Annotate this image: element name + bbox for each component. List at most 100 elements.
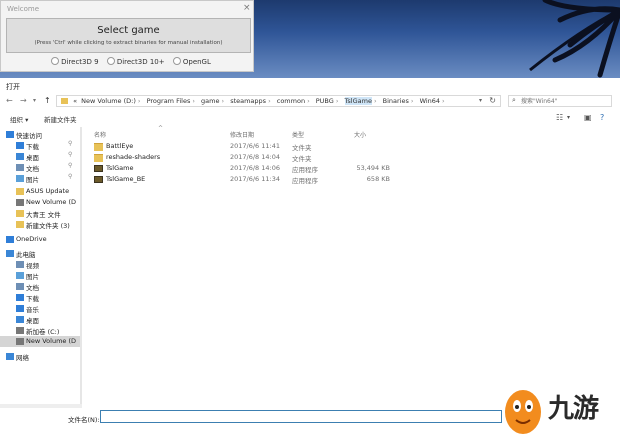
nav-item[interactable]: 此电脑 xyxy=(0,248,80,259)
drive-icon xyxy=(16,327,24,334)
breadcrumb-steamapps[interactable]: steamapps xyxy=(230,97,266,105)
nav-item[interactable]: 大青王 文件 xyxy=(0,208,80,219)
nav-item[interactable]: 图片 ⚲ xyxy=(0,173,80,184)
nav-item-label: 下载 xyxy=(26,143,39,151)
breadcrumb-game[interactable]: game xyxy=(201,97,219,105)
nav-vertical-scrollbar[interactable] xyxy=(80,127,82,404)
new-folder-button[interactable]: 新建文件夹 xyxy=(44,114,77,124)
file-row[interactable]: reshade-shaders 2017/6/8 14:04 文件夹 xyxy=(88,152,418,163)
file-name: TslGame xyxy=(106,164,134,172)
sort-caret-icon: ^ xyxy=(158,125,164,132)
nav-item[interactable]: New Volume (D xyxy=(0,197,80,208)
breadcrumb-program-files[interactable]: Program Files xyxy=(147,97,191,105)
nav-item[interactable]: 视频 xyxy=(0,259,80,270)
breadcrumb-tslgame[interactable]: TslGame xyxy=(344,97,372,105)
nav-item-label: 图片 xyxy=(26,273,39,281)
column-date[interactable]: 修改日期 xyxy=(230,130,254,139)
file-date: 2017/6/6 11:34 xyxy=(230,175,280,183)
file-row[interactable]: TslGame_BE 2017/6/6 11:34 应用程序 658 KB xyxy=(88,174,418,185)
radio-opengl[interactable] xyxy=(172,57,181,65)
pin-icon[interactable]: ⚲ xyxy=(68,140,72,147)
close-icon[interactable]: × xyxy=(243,3,251,13)
nav-item-label: 文档 xyxy=(26,284,39,292)
nav-item-label: 视频 xyxy=(26,262,39,270)
nav-item[interactable]: 下载 ⚲ xyxy=(0,140,80,151)
refresh-icon[interactable]: ↻ xyxy=(489,96,496,105)
file-row[interactable]: TslGame 2017/6/8 14:06 应用程序 53,494 KB xyxy=(88,163,418,174)
picture-icon xyxy=(16,272,24,279)
palm-tree-image xyxy=(529,0,620,78)
nav-item[interactable]: 桌面 ⚲ xyxy=(0,151,80,162)
select-game-label: Select game xyxy=(97,25,160,36)
file-row[interactable]: BattlEye 2017/6/6 11:41 文件夹 xyxy=(88,141,418,152)
pin-icon[interactable]: ⚲ xyxy=(68,151,72,158)
breadcrumb-new-volume[interactable]: New Volume (D:) xyxy=(81,97,136,105)
help-icon[interactable]: ? xyxy=(600,113,604,122)
search-icon: ⌕ xyxy=(512,96,516,104)
breadcrumb-overflow[interactable]: « xyxy=(73,97,77,105)
breadcrumb-pubg[interactable]: PUBG xyxy=(316,97,334,105)
column-name[interactable]: 名称 xyxy=(94,130,106,139)
app-icon xyxy=(94,176,103,183)
document-icon xyxy=(16,164,24,171)
up-arrow-icon[interactable]: ↑ xyxy=(44,96,51,105)
nav-item[interactable]: New Volume (D xyxy=(0,336,80,347)
nav-item[interactable]: 网络 xyxy=(0,351,80,362)
folder-icon xyxy=(16,210,24,217)
nav-item-label: OneDrive xyxy=(16,235,47,243)
nav-item-label: 桌面 xyxy=(26,317,39,325)
desktop-icon xyxy=(16,153,24,160)
file-name: TslGame_BE xyxy=(106,175,146,183)
nav-item[interactable]: 文档 ⚲ xyxy=(0,162,80,173)
nav-item-label: 此电脑 xyxy=(16,251,36,259)
nav-item[interactable]: 图片 xyxy=(0,270,80,281)
file-list: ^ 名称 修改日期 类型 大小 BattlEye 2017/6/6 11:41 文件… xyxy=(88,125,620,407)
nav-item[interactable]: 新建文件夹 (3) xyxy=(0,219,80,230)
pin-icon[interactable]: ⚲ xyxy=(68,173,72,180)
nav-item[interactable]: 文档 xyxy=(0,281,80,292)
file-size: 53,494 KB xyxy=(356,164,390,172)
breadcrumb-win64[interactable]: Win64 xyxy=(420,97,440,105)
view-dropdown-icon[interactable]: ▾ xyxy=(567,114,570,121)
nav-item-label: 桌面 xyxy=(26,154,39,162)
nav-item[interactable]: 音乐 xyxy=(0,303,80,314)
breadcrumb-common[interactable]: common xyxy=(277,97,305,105)
forward-arrow-icon[interactable]: → xyxy=(20,96,27,105)
dialog-title: 打开 xyxy=(6,83,20,91)
search-box[interactable]: ⌕ xyxy=(508,95,612,107)
welcome-title: Welcome xyxy=(7,5,40,13)
pin-icon[interactable]: ⚲ xyxy=(68,162,72,169)
nav-item-label: New Volume (D xyxy=(26,337,77,345)
nav-item[interactable]: 下载 xyxy=(0,292,80,303)
navigation-bar: ← → ▾ ↑ « New Volume (D:) › Program Files… xyxy=(0,92,620,110)
column-type[interactable]: 类型 xyxy=(292,130,304,139)
organize-button[interactable]: 组织 ▾ xyxy=(10,114,28,124)
nav-item[interactable]: 新加卷 (C:) xyxy=(0,325,80,336)
address-bar[interactable]: « New Volume (D:) › Program Files › game › … xyxy=(56,95,501,107)
radio-direct3d10-label: Direct3D 10+ xyxy=(116,58,165,66)
breadcrumb-binaries[interactable]: Binaries xyxy=(383,97,409,105)
nav-item-label: 下载 xyxy=(26,295,39,303)
address-dropdown-icon[interactable]: ▾ xyxy=(479,97,482,104)
nav-scrollbar[interactable] xyxy=(0,404,82,408)
desktop-icon xyxy=(16,316,24,323)
view-options-icon[interactable]: ☷ xyxy=(556,113,563,122)
filename-label: 文件名(N): xyxy=(68,416,100,424)
breadcrumb: « New Volume (D:) › Program Files › game › … xyxy=(61,97,449,105)
filename-input[interactable] xyxy=(100,410,502,423)
radio-direct3d10[interactable] xyxy=(106,57,115,65)
download-icon xyxy=(16,142,24,149)
nav-item[interactable]: ASUS Update xyxy=(0,186,80,197)
column-size[interactable]: 大小 xyxy=(354,130,366,139)
nav-item[interactable]: 桌面 xyxy=(0,314,80,325)
select-game-hint: (Press 'Ctrl' while clicking to extract … xyxy=(34,40,223,46)
select-game-button[interactable]: Select game (Press 'Ctrl' while clicking… xyxy=(6,18,251,53)
recent-chevron-icon[interactable]: ▾ xyxy=(33,97,36,104)
radio-direct3d9[interactable] xyxy=(51,57,60,65)
search-input[interactable] xyxy=(521,97,609,106)
preview-pane-icon[interactable]: ▣ xyxy=(584,113,592,122)
nav-item[interactable]: 快速访问 xyxy=(0,129,80,140)
nav-item[interactable]: OneDrive xyxy=(0,234,80,245)
radio-opengl-label: OpenGL xyxy=(182,58,211,66)
back-arrow-icon[interactable]: ← xyxy=(6,96,13,105)
